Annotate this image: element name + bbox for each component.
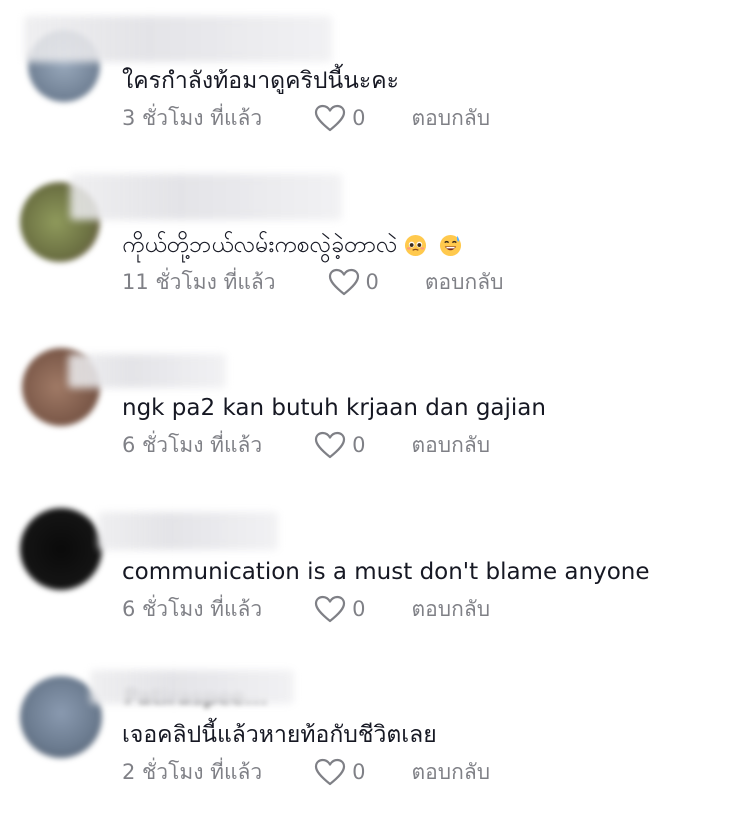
heart-icon <box>315 595 346 623</box>
reply-button[interactable]: ตอบกลับ <box>412 594 491 624</box>
comment-item: Patiraspee... เจอคลิปนี้แล้วหายท้อกับชีว… <box>0 658 747 818</box>
like-count: 0 <box>352 433 366 457</box>
reply-button[interactable]: ตอบกลับ <box>412 430 491 460</box>
comment-time: 6 ชั่วโมง ที่แล้ว <box>122 433 263 457</box>
username-blurred[interactable] <box>98 512 278 550</box>
like-button[interactable]: 0 <box>314 103 366 133</box>
like-count: 0 <box>352 597 366 621</box>
comment-meta: 11 ชั่วโมง ที่แล้ว 0 ตอบกลับ <box>122 267 503 297</box>
comment-item: communication is a must don't blame anyo… <box>0 494 747 654</box>
heart-icon <box>315 431 346 459</box>
sweat-smile-emoji <box>439 234 461 257</box>
comment-item: ကိုယ်တို့ဘယ်လမ်းကစလွဲခဲ့တာလဲ 11 ชั่วโมง … <box>0 160 747 320</box>
pleading-face-emoji <box>404 234 426 257</box>
comment-time: 11 ชั่วโมง ที่แล้ว <box>122 270 276 294</box>
like-button[interactable]: 0 <box>314 430 366 460</box>
reply-button[interactable]: ตอบกลับ <box>412 103 491 133</box>
comment-text: ใครกำลังท้อมาดูคริปนี้นะคะ <box>122 68 399 94</box>
comment-item: ngk pa2 kan butuh krjaan dan gajian 6 ชั… <box>0 330 747 490</box>
comment-text: ngk pa2 kan butuh krjaan dan gajian <box>122 395 546 421</box>
reply-button[interactable]: ตอบกลับ <box>425 267 504 297</box>
like-button[interactable]: 0 <box>314 594 366 624</box>
heart-icon <box>328 268 359 296</box>
heart-icon <box>315 104 346 132</box>
like-count: 0 <box>352 760 366 784</box>
comment-text: ကိုယ်တို့ဘယ်လမ်းကစလွဲခဲ့တာလဲ <box>122 230 462 260</box>
comment-time: 6 ชั่วโมง ที่แล้ว <box>122 597 263 621</box>
username-blurred[interactable] <box>70 174 342 220</box>
like-count: 0 <box>352 106 366 130</box>
username-blurred[interactable] <box>90 670 294 704</box>
comment-text: เจอคลิปนี้แล้วหายท้อกับชีวิตเลย <box>122 722 437 748</box>
comment-time: 2 ชั่วโมง ที่แล้ว <box>122 760 263 784</box>
comment-time: 3 ชั่วโมง ที่แล้ว <box>122 106 263 130</box>
comment-meta: 2 ชั่วโมง ที่แล้ว 0 ตอบกลับ <box>122 757 490 787</box>
like-button[interactable]: 0 <box>328 267 379 297</box>
comment-meta: 3 ชั่วโมง ที่แล้ว 0 ตอบกลับ <box>122 103 490 133</box>
like-count: 0 <box>365 270 379 294</box>
comment-meta: 6 ชั่วโมง ที่แล้ว 0 ตอบกลับ <box>122 594 490 624</box>
comment-text-body: ကိုယ်တို့ဘယ်လမ်းကစလွဲခဲ့တာလဲ <box>122 232 398 258</box>
comment-item: ใครกำลังท้อมาดูคริปนี้นะคะ 3 ชั่วโมง ที่… <box>0 0 747 160</box>
avatar[interactable] <box>20 508 102 590</box>
comment-text: communication is a must don't blame anyo… <box>122 559 650 585</box>
comment-meta: 6 ชั่วโมง ที่แล้ว 0 ตอบกลับ <box>122 430 490 460</box>
username-blurred[interactable] <box>24 16 332 62</box>
heart-icon <box>315 758 346 786</box>
like-button[interactable]: 0 <box>314 757 366 787</box>
username-blurred[interactable] <box>68 354 226 388</box>
reply-button[interactable]: ตอบกลับ <box>412 757 491 787</box>
